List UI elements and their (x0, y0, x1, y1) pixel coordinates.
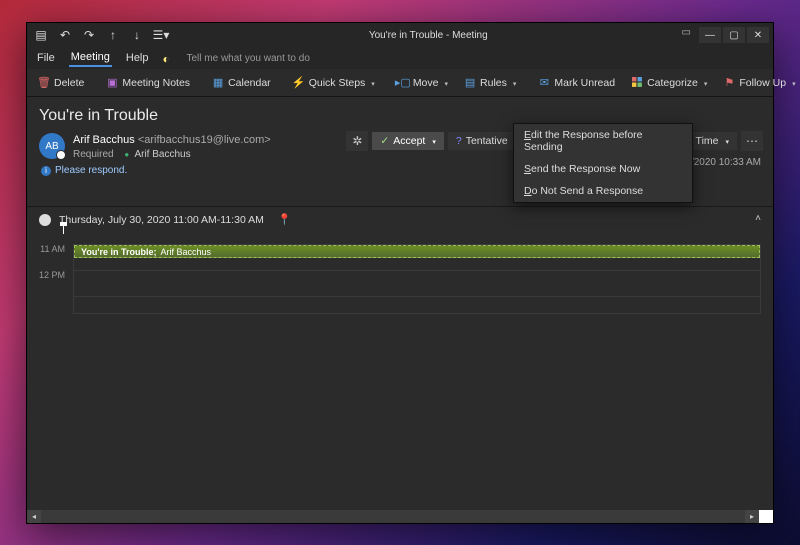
accept-button[interactable]: ✓ Accept (372, 132, 443, 150)
move-label: Move (413, 77, 439, 89)
menu-file[interactable]: File (35, 50, 57, 66)
quick-access-toolbar: ▤ ↶ ↷ ↑ ↓ ☰▾ (27, 27, 175, 43)
save-icon[interactable]: ▤ (33, 27, 49, 43)
time-slot[interactable] (74, 271, 760, 297)
minimize-button[interactable]: ― (699, 27, 721, 43)
time-slot[interactable]: You're in Trouble; Arif Bacchus (74, 245, 760, 271)
menu-bar: File Meeting Help ◐ Tell me what you wan… (27, 47, 773, 69)
event-organizer: Arif Bacchus (160, 247, 211, 257)
menu-edit-response[interactable]: Edit the Response before Sending (514, 124, 692, 158)
scroll-left-icon[interactable]: ◂ (27, 510, 41, 523)
question-icon: ? (456, 135, 462, 147)
check-icon: ✓ (380, 135, 389, 147)
calendar-event[interactable]: You're in Trouble; Arif Bacchus (74, 245, 760, 258)
rules-icon: ▤ (464, 77, 476, 89)
quick-steps-label: Quick Steps (309, 77, 366, 89)
meeting-notes-label: Meeting Notes (122, 77, 190, 89)
undo-icon[interactable]: ↶ (57, 27, 73, 43)
ribbon-display-icon[interactable]: ▭ (682, 27, 691, 43)
envelope-icon: ✉ (538, 77, 550, 89)
move-button[interactable]: ▸▢ Move (392, 75, 453, 91)
calendar-preview: 11 AM 12 PM You're in Trouble; Arif Bacc… (27, 232, 773, 318)
resize-grip[interactable] (759, 510, 773, 523)
calendar-label: Calendar (228, 77, 271, 89)
tell-me-input[interactable]: Tell me what you want to do (187, 53, 310, 64)
window-controls: ▭ ― ▢ ✕ (682, 27, 773, 43)
meeting-time-bar: Thursday, July 30, 2020 11:00 AM-11:30 A… (27, 206, 773, 232)
menu-item-label: dit the Response before Sending (524, 129, 643, 153)
now-marker-icon (63, 226, 64, 234)
categorize-icon (631, 77, 643, 89)
calendar-grid[interactable]: You're in Trouble; Arif Bacchus (73, 244, 761, 314)
please-respond-text: Please respond. (55, 165, 127, 176)
menu-item-label: end the Response Now (531, 163, 640, 175)
lightbulb-icon: ◐ (163, 52, 175, 64)
maximize-button[interactable]: ▢ (723, 27, 745, 43)
meeting-datetime: Thursday, July 30, 2020 11:00 AM-11:30 A… (59, 214, 264, 226)
categorize-button[interactable]: Categorize (626, 75, 712, 91)
time-slot[interactable] (74, 297, 760, 313)
required-attendee: Arif Bacchus (134, 149, 190, 160)
categorize-label: Categorize (647, 77, 698, 89)
hour-label-12: 12 PM (39, 270, 69, 280)
up-arrow-icon[interactable]: ↑ (105, 27, 121, 43)
close-button[interactable]: ✕ (747, 27, 769, 43)
event-subject: You're in Trouble; (81, 247, 156, 257)
info-icon: i (41, 166, 51, 176)
rules-button[interactable]: ▤ Rules (459, 75, 521, 91)
hour-label-11: 11 AM (39, 244, 69, 254)
horizontal-scrollbar[interactable]: ◂ ▸ (27, 510, 773, 523)
organizer-lines: Arif Bacchus <arifbacchus19@live.com> Re… (73, 133, 271, 161)
redo-icon[interactable]: ↷ (81, 27, 97, 43)
flag-icon: ⚑ (723, 77, 735, 89)
menu-do-not-send[interactable]: Do Not Send a Response (514, 180, 692, 202)
calendar-button[interactable]: ▦ Calendar (207, 75, 276, 91)
delete-label: Delete (54, 77, 84, 89)
titlebar: ▤ ↶ ↷ ↑ ↓ ☰▾ You're in Trouble - Meeting… (27, 23, 773, 47)
window-title: You're in Trouble - Meeting (175, 30, 682, 41)
required-label: Required (73, 149, 114, 160)
accept-dropdown-menu: Edit the Response before Sending Send th… (513, 123, 693, 203)
follow-up-label: Follow Up (739, 77, 786, 89)
quick-steps-button[interactable]: ⚡ Quick Steps (288, 75, 380, 91)
organizer-email: <arifbacchus19@live.com> (138, 134, 271, 146)
menu-send-response[interactable]: Send the Response Now (514, 158, 692, 180)
delete-button[interactable]: 🗑 Delete (33, 75, 89, 91)
ribbon: 🗑 Delete ▣ Meeting Notes ▦ Calendar ⚡ Quick … (27, 69, 773, 97)
onenote-icon: ▣ (106, 77, 118, 89)
tentative-label: Tentative (466, 135, 508, 147)
location-pin-icon: 📍 (278, 213, 292, 226)
menu-meeting[interactable]: Meeting (69, 49, 112, 67)
lightning-icon: ⚡ (293, 77, 305, 89)
mark-unread-button[interactable]: ✉ Mark Unread (533, 75, 620, 91)
collapse-toggle[interactable]: ˄ (755, 213, 761, 224)
calendar-icon: ▦ (212, 77, 224, 89)
meeting-notes-button[interactable]: ▣ Meeting Notes (101, 75, 195, 91)
organizer-name: Arif Bacchus (73, 134, 135, 146)
delete-icon: 🗑 (38, 77, 50, 89)
clock-bullet-icon (39, 214, 51, 226)
avatar[interactable]: AB (39, 133, 65, 159)
accept-label: Accept (393, 135, 425, 147)
rules-label: Rules (480, 77, 507, 89)
menu-help[interactable]: Help (124, 50, 151, 66)
mark-unread-label: Mark Unread (554, 77, 615, 89)
menu-item-label: o Not Send a Response (532, 185, 644, 197)
down-arrow-icon[interactable]: ↓ (129, 27, 145, 43)
tracking-icon-button[interactable]: ✲ (346, 131, 368, 151)
scroll-right-icon[interactable]: ▸ (745, 510, 759, 523)
folder-move-icon: ▸▢ (397, 77, 409, 89)
touch-mouse-mode-icon[interactable]: ☰▾ (153, 27, 169, 43)
presence-icon: ● (124, 150, 129, 159)
outlook-meeting-window: ▤ ↶ ↷ ↑ ↓ ☰▾ You're in Trouble - Meeting… (26, 22, 774, 524)
more-actions-button[interactable]: ⋯ (741, 131, 763, 151)
follow-up-button[interactable]: ⚑ Follow Up (718, 75, 800, 91)
